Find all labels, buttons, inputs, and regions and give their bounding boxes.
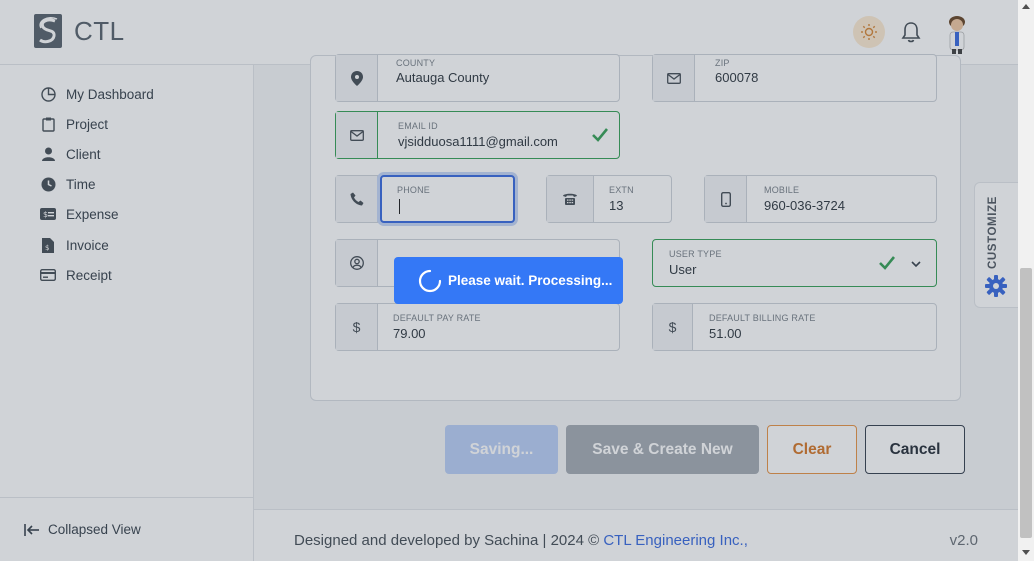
scrollbar-thumb[interactable] (1020, 268, 1032, 538)
processing-toast: Please wait. Processing... (394, 257, 623, 304)
spinner-icon (418, 269, 442, 292)
processing-text: Please wait. Processing... (448, 273, 613, 288)
page-scrollbar[interactable] (1018, 0, 1034, 561)
scroll-down-arrow-icon[interactable] (1022, 550, 1030, 555)
scroll-up-arrow-icon[interactable] (1022, 4, 1030, 9)
